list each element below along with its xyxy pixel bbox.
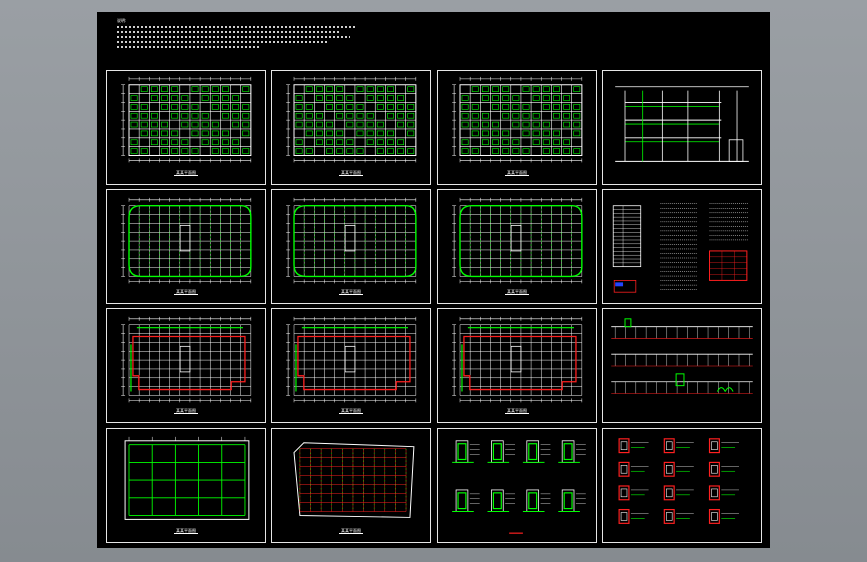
notes-line — [117, 26, 357, 28]
drawing-panel-details-green[interactable] — [437, 428, 597, 543]
panel-caption-text: 某某平面图 — [505, 408, 529, 414]
panel-caption-text: 某某平面图 — [174, 408, 198, 414]
drawing-panel-section[interactable] — [602, 70, 762, 185]
drawing-graphic — [618, 438, 739, 524]
drawing-graphic — [286, 316, 417, 403]
drawing-graphic — [293, 442, 415, 518]
drawing-panel-elevation[interactable] — [602, 308, 762, 423]
panel-caption-text: 某某平面图 — [174, 289, 198, 295]
drawing-panel-plan-dotted[interactable]: 某某平面图 — [271, 428, 431, 543]
panel-caption: 某某平面图 — [272, 289, 430, 295]
panel-caption: 某某平面图 — [272, 408, 430, 414]
drawing-graphic — [121, 76, 252, 163]
drawing-graphic — [121, 316, 252, 403]
notes-line — [117, 41, 329, 43]
drawing-panel-plan-curved[interactable]: 某某平面图 — [271, 189, 431, 304]
cad-drawing-sheet[interactable]: 说明: 某某平面图 某某平面图 某某平面图 某某平面图 某某平面图 某某平面图 某某平面图某… — [97, 12, 770, 548]
panel-caption: 某某平面图 — [107, 408, 265, 414]
panel-caption: 某某平面图 — [438, 289, 596, 295]
drawing-panel-grid-open[interactable]: 某某平面图 — [106, 428, 266, 543]
panel-caption-text: 某某平面图 — [505, 289, 529, 295]
panel-caption: 某某平面图 — [107, 289, 265, 295]
drawing-graphic — [611, 318, 753, 394]
drawing-graphic — [452, 76, 583, 163]
drawing-panel-plan-curved[interactable]: 某某平面图 — [437, 189, 597, 304]
panel-caption-text: 某某平面图 — [505, 170, 529, 176]
panel-caption: 某某平面图 — [438, 408, 596, 414]
panel-caption: 某某平面图 — [107, 528, 265, 534]
notes-line — [117, 31, 341, 33]
panel-caption: 某某平面图 — [272, 528, 430, 534]
panel-caption: 某某平面图 — [272, 170, 430, 176]
drawing-panel-plan-dense[interactable]: 某某平面图 — [271, 70, 431, 185]
drawing-panel-plan-red[interactable]: 某某平面图 — [437, 308, 597, 423]
drawing-panel-details-red[interactable] — [602, 428, 762, 543]
drawing-graphic — [615, 86, 749, 162]
notes-line — [117, 36, 350, 38]
drawing-panel-plan-curved[interactable]: 某某平面图 — [106, 189, 266, 304]
drawing-graphic — [612, 203, 749, 293]
drawing-panel-plan-dense[interactable]: 某某平面图 — [106, 70, 266, 185]
drawing-graphic — [286, 197, 417, 284]
drawing-graphic — [124, 436, 250, 520]
general-notes: 说明: — [117, 18, 357, 51]
panel-caption-text: 某某平面图 — [339, 170, 363, 176]
drawing-panel-plan-dense[interactable]: 某某平面图 — [437, 70, 597, 185]
panel-caption-text: 某某平面图 — [174, 170, 198, 176]
drawing-graphic — [286, 76, 417, 163]
notes-heading: 说明: — [117, 18, 127, 23]
panel-caption: 某某平面图 — [438, 170, 596, 176]
drawing-panel-plan-red[interactable]: 某某平面图 — [271, 308, 431, 423]
panel-caption: 某某平面图 — [107, 170, 265, 176]
drawing-graphic — [452, 316, 583, 403]
drawing-graphic — [121, 197, 252, 284]
notes-line — [117, 46, 261, 48]
drawing-panel-plan-red[interactable]: 某某平面图 — [106, 308, 266, 423]
drawing-graphic — [452, 197, 583, 284]
drawing-graphic — [452, 440, 586, 534]
panel-caption-text: 某某平面图 — [339, 408, 363, 414]
drawing-panel-schedule[interactable] — [602, 189, 762, 304]
panel-caption-text: 某某平面图 — [339, 289, 363, 295]
panel-caption-text: 某某平面图 — [339, 528, 363, 534]
panel-caption-text: 某某平面图 — [174, 528, 198, 534]
